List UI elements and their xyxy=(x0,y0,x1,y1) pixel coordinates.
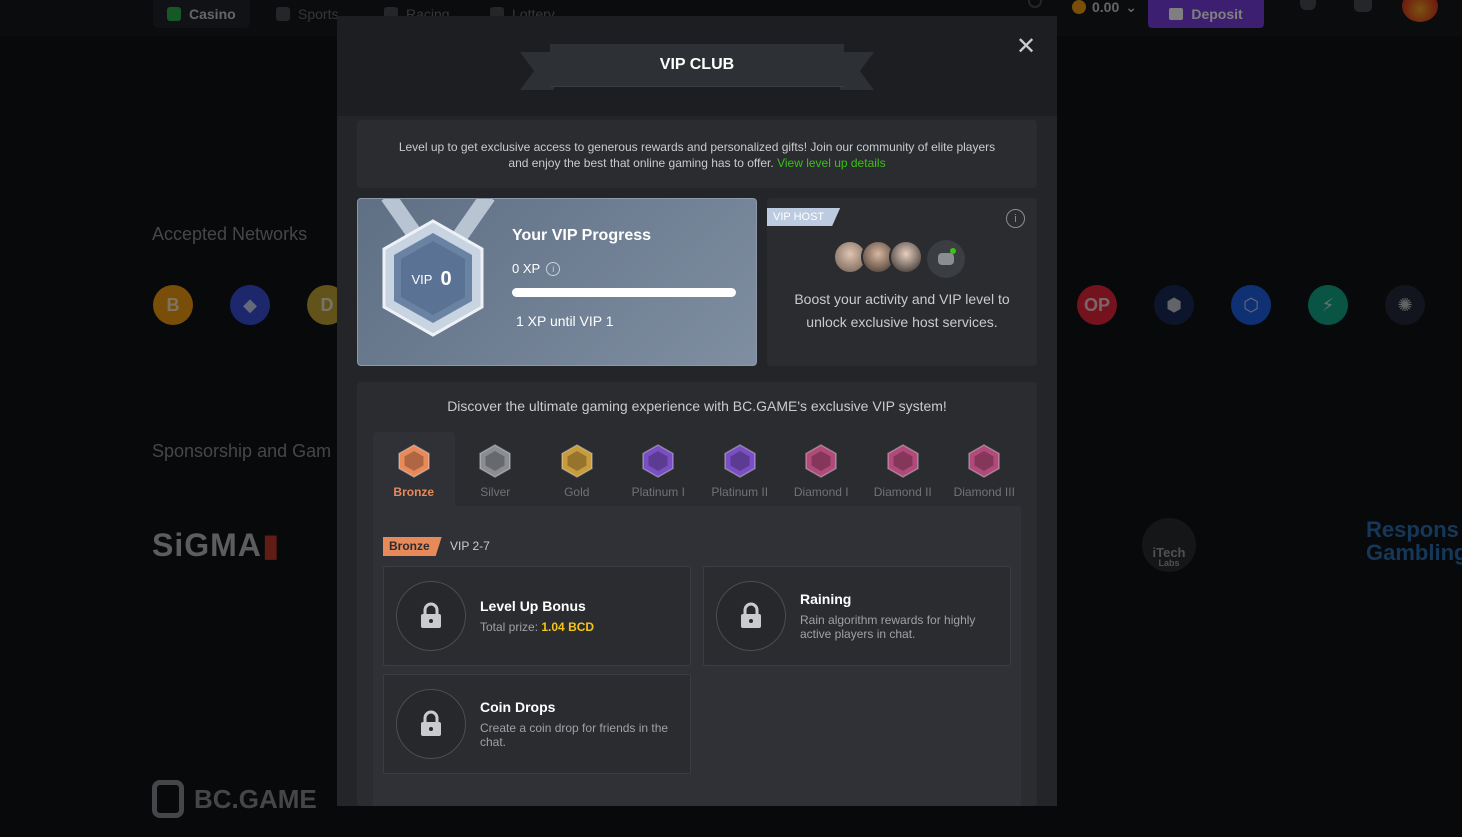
progress-title: Your VIP Progress xyxy=(512,227,652,244)
perk-description: Create a coin drop for friends in the ch… xyxy=(480,721,669,749)
host-avatars xyxy=(833,240,965,278)
lock-icon xyxy=(716,581,786,651)
tier-badge-icon xyxy=(805,444,837,478)
lock-icon xyxy=(396,689,466,759)
xp-value: 0 XP xyxy=(512,261,541,276)
perk-desc-prefix: Total prize: xyxy=(480,620,539,634)
tier-badge-icon xyxy=(561,444,593,478)
tier-tab-gold[interactable]: Gold xyxy=(536,432,618,506)
perk-coin-drops: Coin Drops Create a coin drop for friend… xyxy=(383,674,691,774)
lock-icon xyxy=(396,581,466,651)
tier-badge-icon xyxy=(968,444,1000,478)
intro-text: Level up to get exclusive access to gene… xyxy=(398,140,996,170)
tier-label: Diamond I xyxy=(793,485,849,499)
tier-badge-icon xyxy=(479,444,511,478)
close-icon[interactable]: ✕ xyxy=(1015,35,1037,59)
ribbon-left xyxy=(520,52,554,90)
vip-host-card: VIP HOST i Boost your activity and VIP l… xyxy=(767,198,1037,366)
tier-badge-icon xyxy=(724,444,756,478)
tier-tab-platinum-ii[interactable]: Platinum II xyxy=(699,432,781,506)
tier-label: Silver xyxy=(480,485,511,499)
perk-prize: 1.04 BCD xyxy=(541,620,595,634)
vip-medal-level: 0 xyxy=(440,268,451,290)
tier-badge-icon xyxy=(887,444,919,478)
tier-label: Diamond II xyxy=(873,485,932,499)
tier-tab-diamond-iii[interactable]: Diamond III xyxy=(944,432,1026,506)
vip-club-modal: VIP CLUB ✕ Level up to get exclusive acc… xyxy=(337,16,1057,806)
host-chat-icon[interactable] xyxy=(927,240,965,278)
modal-header: VIP CLUB ✕ xyxy=(337,16,1057,116)
host-info-icon[interactable]: i xyxy=(1006,209,1025,228)
tier-tab-diamond-ii[interactable]: Diamond II xyxy=(862,432,944,506)
xp-row: 0 XP i xyxy=(512,261,561,276)
perk-description: Total prize: 1.04 BCD xyxy=(480,620,594,634)
perk-raining: Raining Rain algorithm rewards for highl… xyxy=(703,566,1011,666)
vip-progress-card: VIP 0 Your VIP Progress 0 XP i 1 XP unti… xyxy=(357,198,757,366)
tier-badge-icon xyxy=(642,444,674,478)
vip-medal-icon: VIP 0 xyxy=(382,219,484,337)
ribbon-right xyxy=(840,52,874,90)
host-description: Boost your activity and VIP level to unl… xyxy=(794,291,1010,330)
tier-label: Bronze xyxy=(393,485,435,499)
tier-label: Platinum I xyxy=(631,485,685,499)
vip-medal-prefix: VIP xyxy=(412,272,433,287)
tier-label: Gold xyxy=(564,485,590,499)
perk-title: Raining xyxy=(800,591,852,607)
tier-tabs: Bronze Silver Gold Platinum I Platinum II Dia… xyxy=(373,432,1025,506)
xp-progress-bar xyxy=(512,288,736,297)
host-avatar xyxy=(889,240,923,274)
intro-box: Level up to get exclusive access to gene… xyxy=(357,120,1037,188)
tier-panel: Bronze VIP 2-7 Level Up Bonus Total priz… xyxy=(373,506,1021,806)
perk-description: Rain algorithm rewards for highly active… xyxy=(800,613,976,641)
xp-until-text: 1 XP until VIP 1 xyxy=(516,313,614,329)
perk-title: Level Up Bonus xyxy=(480,598,586,614)
vip-host-tag: VIP HOST xyxy=(767,208,840,226)
tier-label: Diamond III xyxy=(953,485,1015,499)
tier-label: Platinum II xyxy=(711,485,769,499)
selected-tier-tag: Bronze xyxy=(383,537,442,556)
perk-title: Coin Drops xyxy=(480,699,556,715)
tier-tab-silver[interactable]: Silver xyxy=(455,432,537,506)
vip-levels-section: Discover the ultimate gaming experience … xyxy=(357,382,1037,806)
chat-bubble-icon xyxy=(938,253,954,265)
tier-badge-icon xyxy=(398,444,430,478)
discover-text: Discover the ultimate gaming experience … xyxy=(447,398,947,414)
vip-range: VIP 2-7 xyxy=(450,539,490,553)
tier-tab-bronze[interactable]: Bronze xyxy=(373,432,455,506)
perk-level-up-bonus: Level Up Bonus Total prize: 1.04 BCD xyxy=(383,566,691,666)
level-up-details-link[interactable]: View level up details xyxy=(777,156,886,170)
tier-tab-platinum-i[interactable]: Platinum I xyxy=(618,432,700,506)
xp-info-icon[interactable]: i xyxy=(546,261,561,276)
tier-tab-diamond-i[interactable]: Diamond I xyxy=(781,432,863,506)
modal-title: VIP CLUB xyxy=(550,44,844,86)
